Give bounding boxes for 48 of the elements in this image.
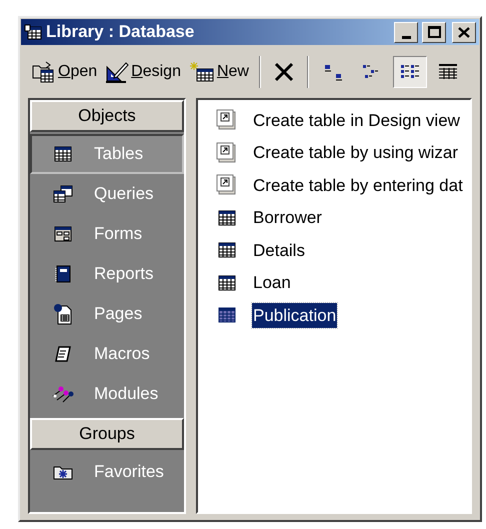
list-view-button[interactable] xyxy=(392,56,427,88)
open-button[interactable]: Open xyxy=(30,55,100,89)
section-header-button[interactable]: Groups xyxy=(30,418,184,450)
object-type-item[interactable]: Macros xyxy=(30,334,184,374)
page-icon xyxy=(53,303,73,325)
table-icon xyxy=(218,242,236,258)
table-icon xyxy=(218,274,236,291)
design-button[interactable]: Design xyxy=(103,55,183,89)
table-icon xyxy=(54,146,72,162)
pins-icon xyxy=(51,384,75,404)
object-type-item[interactable]: Modules xyxy=(30,374,184,414)
shortcut-icon xyxy=(216,142,238,164)
folder-star-icon xyxy=(53,464,73,480)
triangle-pencil-icon xyxy=(105,61,130,83)
list-item[interactable]: Details xyxy=(252,238,306,263)
list-item[interactable]: Create table by entering dat xyxy=(252,172,464,198)
shortcut-icon xyxy=(216,174,238,196)
form-icon xyxy=(54,226,72,242)
database-icon xyxy=(24,24,42,40)
sparkle-table-icon xyxy=(188,61,215,83)
table-icon xyxy=(218,210,236,226)
list-item[interactable]: Create table by using wizar xyxy=(252,140,460,166)
new-button[interactable]: New xyxy=(186,55,251,89)
minimize-button[interactable] xyxy=(394,22,418,42)
list-item[interactable]: Borrower xyxy=(252,205,323,230)
scroll-icon xyxy=(54,345,72,363)
object-type-item[interactable]: Forms xyxy=(30,214,184,254)
large-icons-icon xyxy=(322,63,345,81)
close-icon xyxy=(458,26,470,38)
delete-icon xyxy=(274,62,294,82)
window-title: Library : Database xyxy=(46,21,196,44)
folder-table-icon xyxy=(32,61,56,83)
close-button[interactable] xyxy=(452,22,476,42)
report-icon xyxy=(55,265,71,283)
object-type-item[interactable]: Reports xyxy=(30,254,184,294)
object-type-item[interactable]: Queries xyxy=(30,174,184,214)
list-view-icon xyxy=(398,63,421,81)
list-item[interactable]: Publication xyxy=(252,302,338,328)
list-item[interactable]: Create table in Design view xyxy=(252,108,461,133)
list-item[interactable]: Loan xyxy=(252,270,292,296)
stacked-tables-icon xyxy=(53,185,73,203)
object-type-item[interactable]: Favorites xyxy=(30,452,184,492)
section-header-button[interactable]: Objects xyxy=(30,100,184,132)
details-view-icon xyxy=(436,63,459,81)
table-icon xyxy=(218,307,236,324)
maximize-button[interactable] xyxy=(422,22,446,42)
shortcut-icon xyxy=(216,109,238,132)
object-type-item[interactable]: Pages xyxy=(30,294,184,334)
